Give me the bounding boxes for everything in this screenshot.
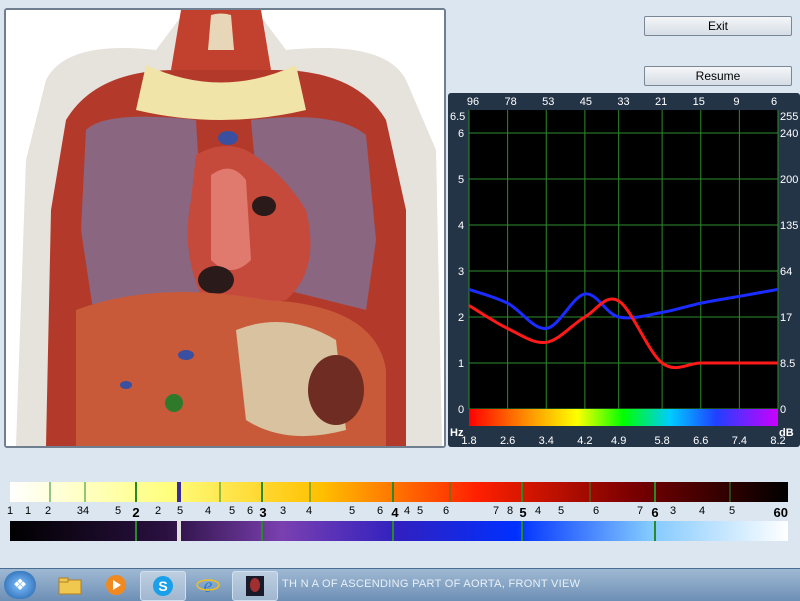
- frequency-scale-labels: 1123452254563345644567854567634560: [0, 505, 800, 521]
- bottom-axis-tick-label: 3.4: [539, 435, 554, 447]
- scale-label: 5: [519, 505, 526, 520]
- left-axis-tick-label: 6.5: [450, 111, 465, 123]
- left-axis-tick-label: 6: [458, 128, 464, 140]
- file-explorer-icon[interactable]: [50, 571, 90, 599]
- right-axis-tick-label: 135: [780, 220, 798, 232]
- left-axis-tick-label: 4: [458, 220, 464, 232]
- bottom-axis-tick-label: 7.4: [732, 435, 747, 447]
- scale-label: 2: [45, 505, 51, 517]
- scale-label: 5: [417, 505, 423, 517]
- right-axis-tick-label: 8.5: [780, 358, 795, 370]
- frequency-chart: 96785345332115966.5654321025524020013564…: [448, 93, 800, 447]
- top-axis-tick-label: 96: [467, 96, 479, 108]
- spectrum-marker: [177, 482, 181, 502]
- resume-button[interactable]: Resume: [644, 66, 792, 86]
- upper-spectrum-strip: [10, 482, 788, 502]
- scale-label: 4: [391, 505, 398, 520]
- scale-label: 5: [558, 505, 564, 517]
- top-axis-tick-label: 21: [655, 96, 667, 108]
- scale-label: 34: [77, 505, 89, 517]
- top-axis-tick-label: 15: [693, 96, 705, 108]
- media-player-icon[interactable]: [96, 571, 136, 599]
- top-axis-tick-label: 33: [617, 96, 629, 108]
- scale-label: 6: [377, 505, 383, 517]
- scale-label: 1: [7, 505, 13, 517]
- windows-taskbar: ❖ S e TH N A OF ASCENDING PART OF AORTA,…: [0, 568, 800, 601]
- db-unit-label: dB: [779, 427, 794, 439]
- scale-label: 5: [177, 505, 183, 517]
- bottom-axis-tick-label: 5.8: [654, 435, 669, 447]
- scale-label: 5: [115, 505, 121, 517]
- frequency-graph-panel: 96785345332115966.5654321025524020013564…: [448, 93, 800, 447]
- scale-label: 3: [259, 505, 266, 520]
- internet-explorer-icon[interactable]: e: [188, 571, 228, 599]
- scale-label: 5: [729, 505, 735, 517]
- anatomy-app-icon[interactable]: [232, 571, 278, 601]
- top-axis-tick-label: 53: [542, 96, 554, 108]
- scale-label: 7: [637, 505, 643, 517]
- scale-label: 4: [699, 505, 705, 517]
- scale-label: 4: [535, 505, 541, 517]
- scale-label: 2: [155, 505, 161, 517]
- scale-label: 3: [280, 505, 286, 517]
- scale-label: 5: [349, 505, 355, 517]
- left-axis-tick-label: 1: [458, 358, 464, 370]
- right-axis-tick-label: 200: [780, 174, 798, 186]
- taskbar-window-title: TH N A OF ASCENDING PART OF AORTA, FRONT…: [282, 578, 580, 590]
- bottom-axis-tick-label: 1.8: [461, 435, 476, 447]
- scale-label: 4: [205, 505, 211, 517]
- right-axis-tick-label: 0: [780, 404, 786, 416]
- bottom-axis-tick-label: 2.6: [500, 435, 515, 447]
- exit-button[interactable]: Exit: [644, 16, 792, 36]
- color-spectrum-bar: [469, 409, 778, 426]
- scale-label: 6: [247, 505, 253, 517]
- torso-cross-section-image: [6, 10, 444, 446]
- svg-text:S: S: [158, 578, 167, 594]
- anatomy-image-panel: [4, 8, 446, 448]
- scale-label: 4: [306, 505, 312, 517]
- scale-label: 60: [774, 505, 788, 520]
- top-axis-tick-label: 45: [580, 96, 592, 108]
- top-axis-tick-label: 78: [505, 96, 517, 108]
- left-axis-tick-label: 5: [458, 174, 464, 186]
- right-axis-tick-label: 64: [780, 266, 792, 278]
- scale-label: 1: [25, 505, 31, 517]
- scale-label: 8: [507, 505, 513, 517]
- left-axis-tick-label: 3: [458, 266, 464, 278]
- scale-label: 4: [404, 505, 410, 517]
- right-axis-tick-label: 17: [780, 312, 792, 324]
- scale-label: 5: [229, 505, 235, 517]
- left-axis-tick-label: 0: [458, 404, 464, 416]
- right-axis-tick-label: 240: [780, 128, 798, 140]
- top-axis-tick-label: 9: [733, 96, 739, 108]
- right-axis-tick-label: 255: [780, 111, 798, 123]
- left-axis-tick-label: 2: [458, 312, 464, 324]
- scale-label: 6: [651, 505, 658, 520]
- plot-area: [469, 110, 778, 426]
- windows-logo-icon: ❖: [13, 575, 27, 595]
- skype-icon[interactable]: S: [140, 571, 186, 601]
- scale-label: 7: [493, 505, 499, 517]
- bottom-axis-tick-label: 4.2: [577, 435, 592, 447]
- bottom-axis-tick-label: 4.9: [611, 435, 626, 447]
- spectrum-slider-handle[interactable]: [177, 521, 181, 541]
- scale-label: 2: [132, 505, 139, 520]
- svg-text:e: e: [204, 575, 213, 596]
- start-button[interactable]: ❖: [4, 571, 36, 599]
- hz-unit-label: Hz: [450, 427, 464, 439]
- bottom-axis-tick-label: 6.6: [693, 435, 708, 447]
- scale-label: 3: [670, 505, 676, 517]
- scale-label: 6: [593, 505, 599, 517]
- lower-spectrum-strip: [10, 521, 788, 541]
- scale-label: 6: [443, 505, 449, 517]
- top-axis-tick-label: 6: [771, 96, 777, 108]
